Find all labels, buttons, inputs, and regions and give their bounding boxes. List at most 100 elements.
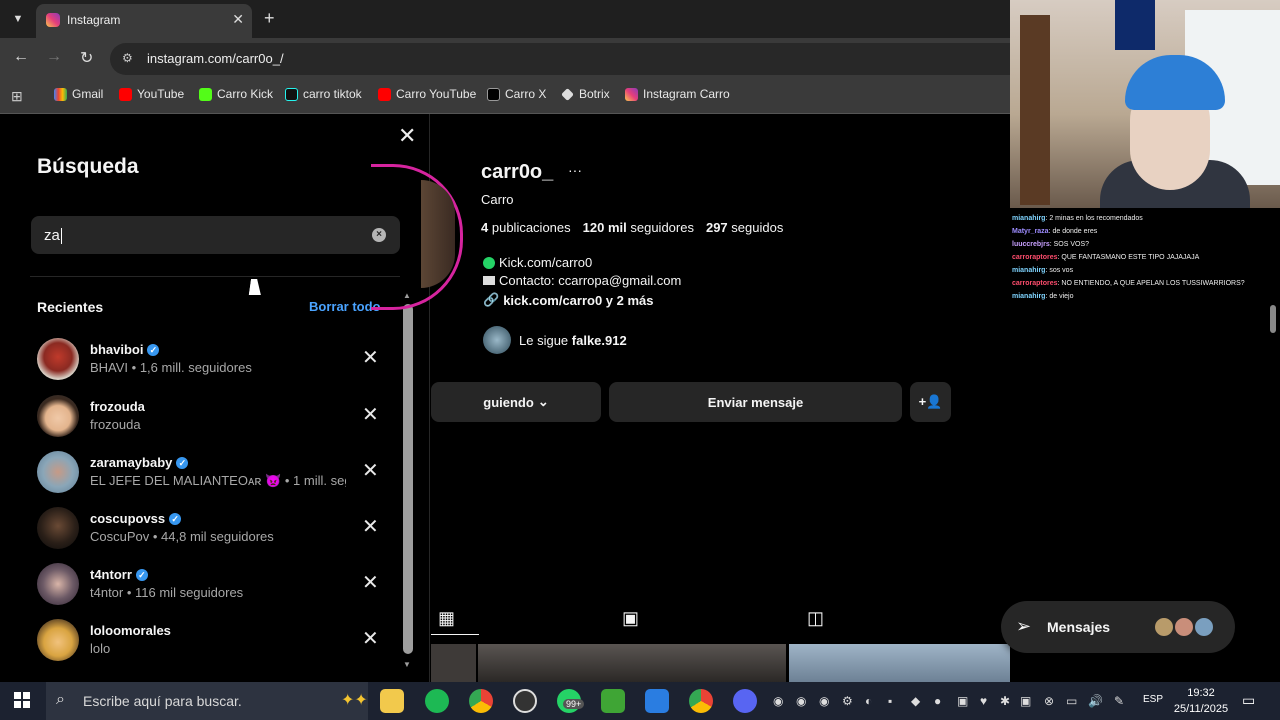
bookmark-gmail[interactable]: Gmail <box>54 87 103 101</box>
app-tray-icon[interactable]: ● <box>934 694 941 708</box>
bookmark-youtube[interactable]: YouTube <box>119 87 184 101</box>
remove-recent-icon[interactable]: ✕ <box>362 348 379 368</box>
search-input[interactable]: za × <box>31 216 400 254</box>
app-tray-icon[interactable]: ▣ <box>957 694 968 708</box>
following-count[interactable]: 297 seguidos <box>706 220 783 235</box>
windows-taskbar: ⌕ Escribe aquí para buscar. ✦✦ ◉ ◉ ◉ ⚙ ◐… <box>0 682 1280 720</box>
taskbar-search-placeholder: Escribe aquí para buscar. <box>83 693 242 709</box>
back-arrow-icon[interactable]: ← <box>13 48 29 66</box>
following-button[interactable]: guiendo ⌄ <box>431 382 601 422</box>
add-user-icon[interactable]: +👤 <box>910 382 951 422</box>
chat-message: carroraptores: NO ENTIENDO, A QUE APELAN… <box>1012 280 1245 287</box>
bookmark-carro-tiktok[interactable]: carro tiktok <box>285 87 362 101</box>
browser-tab-active[interactable]: Instagram ✕ <box>36 4 252 38</box>
forward-arrow-icon[interactable]: → <box>46 48 62 66</box>
bio-link[interactable]: 🔗 kick.com/carro0 y 2 más <box>483 292 654 308</box>
app-tray-icon[interactable]: ◉ <box>819 694 829 708</box>
bluetooth-icon[interactable]: ✱ <box>1000 694 1010 708</box>
tab-close-icon[interactable]: ✕ <box>232 11 244 28</box>
youtube-icon <box>378 87 391 101</box>
clock[interactable]: 19:32 25/11/2025 <box>1172 685 1230 717</box>
chat-message: Matyr_raza: de donde eres <box>1012 228 1098 235</box>
recent-item[interactable]: loloomorales lolo ✕ <box>37 619 382 663</box>
recent-item[interactable]: zaramaybaby ✓ EL JEFE DEL MALIANTEOᴀʀ 👿 •… <box>37 451 382 495</box>
address-bar[interactable]: ⚙ instagram.com/carr0o_/ <box>110 43 1010 75</box>
volume-icon[interactable]: 🔊 <box>1088 694 1103 708</box>
apps-grid-icon[interactable]: ⊞ <box>11 88 23 105</box>
tab-title: Instagram <box>67 13 121 27</box>
bookmark-carro-x[interactable]: Carro X <box>487 87 546 101</box>
followed-by[interactable]: Le sigue falke.912 <box>483 326 627 354</box>
sparkle-icon: ✦✦ <box>341 692 368 709</box>
grid-icon[interactable]: ▦ <box>438 608 455 629</box>
store-icon[interactable] <box>645 689 669 713</box>
chat-message: luuccrebjrs: SOS VOS? <box>1012 241 1090 248</box>
remove-recent-icon[interactable]: ✕ <box>362 461 379 481</box>
profile-picture[interactable] <box>421 180 455 288</box>
bookmark-carro-youtube[interactable]: Carro YouTube <box>378 87 476 101</box>
network-icon[interactable]: ▭ <box>1066 694 1077 708</box>
recent-item[interactable]: coscupovss ✓ CoscuPov • 44,8 mil seguidor… <box>37 507 382 551</box>
chrome-icon[interactable] <box>469 689 493 713</box>
chat-message: carroraptores: QUE FANTASMANO ESTE TIPO … <box>1012 254 1200 261</box>
profile-area: carr0o_ ··· Carro 4 publicaciones 120 mi… <box>371 114 1100 682</box>
whatsapp-tray-icon[interactable]: ◉ <box>773 694 783 708</box>
file-explorer-icon[interactable] <box>380 689 404 713</box>
discord-icon[interactable] <box>733 689 757 713</box>
messages-button[interactable]: ➢ Mensajes <box>1001 601 1235 653</box>
webcam-overlay <box>1010 0 1280 208</box>
recent-item[interactable]: t4ntorr ✓ t4ntor • 116 mil seguidores ✕ <box>37 563 382 607</box>
post-thumbnail[interactable] <box>431 644 476 682</box>
minecraft-icon[interactable] <box>601 689 625 713</box>
site-settings-icon[interactable]: ⚙ <box>122 51 133 65</box>
remove-recent-icon[interactable]: ✕ <box>362 517 379 537</box>
pen-icon[interactable]: ✎ <box>1114 694 1124 708</box>
notification-icon[interactable]: ▭ <box>1242 692 1255 709</box>
x-icon <box>487 87 500 101</box>
messages-label: Mensajes <box>1047 619 1111 635</box>
reload-icon[interactable]: ↻ <box>80 48 93 68</box>
send-message-button[interactable]: Enviar mensaje <box>609 382 902 422</box>
recent-item[interactable]: bhaviboi ✓ BHAVI • 1,6 mill. seguidores ✕ <box>37 338 382 382</box>
avatar <box>37 338 79 380</box>
spotify-tray-icon[interactable]: ◉ <box>796 694 806 708</box>
tagged-icon[interactable]: ◫ <box>807 608 824 629</box>
spotify-icon[interactable] <box>425 689 449 713</box>
chatgpt-tray-icon[interactable]: ⚙ <box>842 694 853 708</box>
discord-tray-icon[interactable]: ◐ <box>865 694 872 708</box>
language-indicator[interactable]: ESP <box>1143 694 1163 705</box>
remove-recent-icon[interactable]: ✕ <box>362 629 379 649</box>
avatar <box>1193 616 1215 638</box>
post-thumbnail[interactable] <box>478 644 786 682</box>
chat-scrollbar-thumb[interactable] <box>1270 305 1276 333</box>
clear-all-button[interactable]: Borrar todo <box>309 299 381 314</box>
close-icon[interactable]: ✕ <box>398 123 416 149</box>
search-title: Búsqueda <box>37 155 139 178</box>
shield-icon[interactable]: ◆ <box>911 694 920 708</box>
remove-recent-icon[interactable]: ✕ <box>362 573 379 593</box>
more-options-icon[interactable]: ··· <box>568 162 582 178</box>
bookmarks-bar: ⊞ Gmail YouTube Carro Kick carro tiktok … <box>0 80 1010 114</box>
bookmark-carro-kick[interactable]: Carro Kick <box>199 87 273 101</box>
app-tray-icon[interactable]: ▣ <box>1020 694 1031 708</box>
recent-item-name: frozouda <box>90 399 145 414</box>
scroll-down-arrow-icon[interactable]: ▼ <box>403 660 411 669</box>
taskbar-search[interactable]: ⌕ Escribe aquí para buscar. ✦✦ <box>46 682 368 720</box>
reels-icon[interactable]: ▣ <box>622 608 639 629</box>
windows-start-icon[interactable] <box>14 692 30 708</box>
app-tray-icon[interactable]: ▪ <box>888 694 892 708</box>
app-tray-icon[interactable]: ♥ <box>980 694 987 708</box>
recent-item[interactable]: frozouda frozouda ✕ <box>37 395 382 439</box>
scrollbar-thumb[interactable] <box>403 304 413 654</box>
profile-username: carr0o_ <box>481 161 554 183</box>
obs-icon[interactable] <box>513 689 537 713</box>
bookmark-botrix[interactable]: Botrix <box>561 87 610 101</box>
xbox-icon[interactable]: ⊗ <box>1044 694 1054 708</box>
chrome-icon[interactable] <box>689 689 713 713</box>
new-tab-button[interactable]: + <box>264 8 275 29</box>
bio-line: Kick.com/carro0 <box>483 255 592 270</box>
remove-recent-icon[interactable]: ✕ <box>362 405 379 425</box>
followers-count[interactable]: 120 mil seguidores <box>583 220 694 235</box>
tab-search-menu-button[interactable]: ▼ <box>6 8 30 30</box>
bookmark-instagram-carro[interactable]: Instagram Carro <box>625 87 730 101</box>
